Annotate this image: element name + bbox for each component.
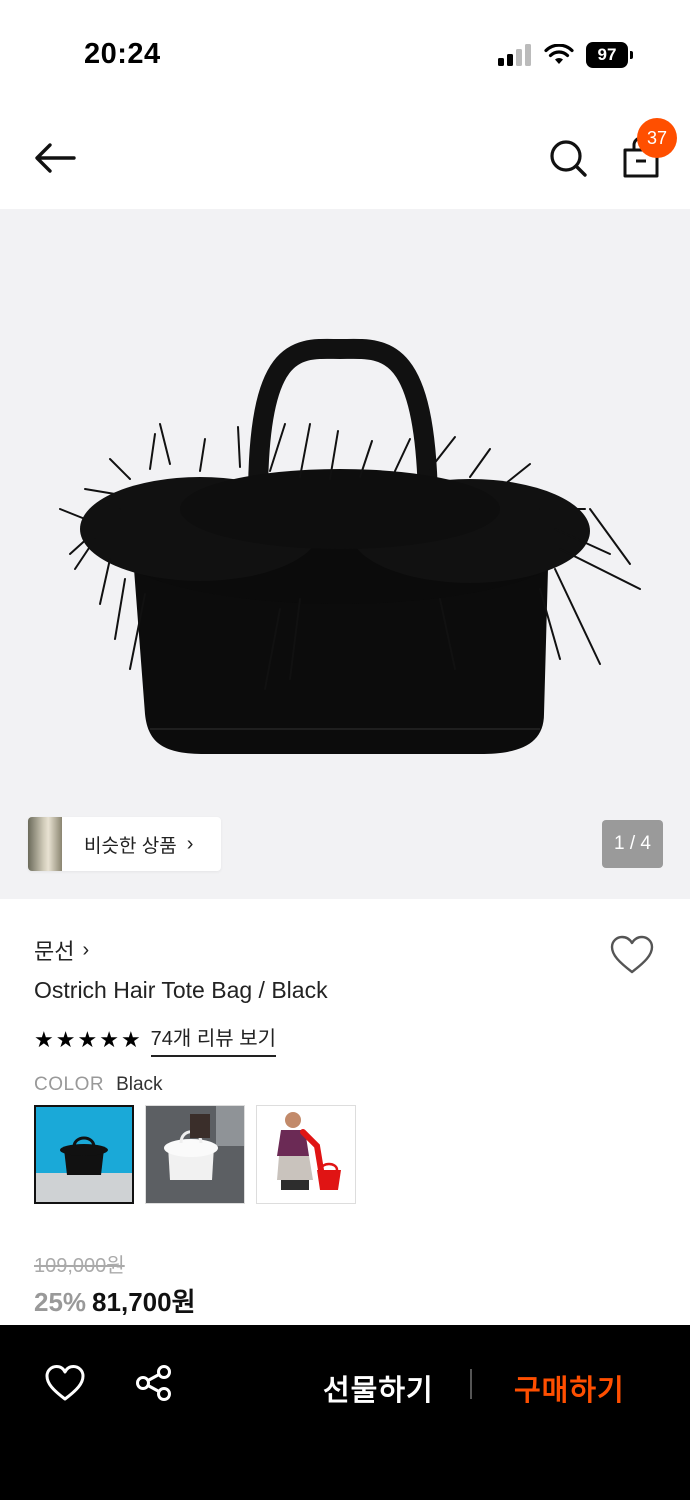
swatch-image	[36, 1107, 132, 1202]
rating-stars: ★ ★ ★ ★ ★	[34, 1026, 141, 1052]
swatch-image	[257, 1106, 355, 1203]
color-value: Black	[116, 1074, 163, 1095]
heart-icon	[45, 1365, 85, 1401]
share-button[interactable]	[134, 1363, 174, 1403]
back-arrow-icon	[35, 143, 76, 173]
wifi-icon	[544, 44, 574, 64]
share-icon	[136, 1365, 171, 1401]
product-image	[59, 338, 641, 754]
star-icon: ★	[120, 1026, 141, 1052]
cart-count-badge: 37	[637, 118, 677, 158]
reviews-link[interactable]: 74개 리뷰 보기	[150, 1022, 277, 1057]
color-row: COLOR Black	[34, 1074, 163, 1096]
top-nav: 37	[0, 110, 690, 209]
star-icon: ★	[34, 1026, 54, 1052]
divider	[470, 1369, 472, 1399]
star-icon: ★	[77, 1026, 98, 1052]
bottom-action-bar: 선물하기 구매하기	[0, 1325, 690, 1500]
product-title: Ostrich Hair Tote Bag / Black	[34, 977, 328, 1003]
discount-rate: 25%	[34, 1287, 87, 1317]
product-image-carousel[interactable]: 비슷한 상품 › 1 / 4	[0, 209, 690, 899]
search-button[interactable]	[546, 136, 590, 180]
signal-icon	[498, 44, 531, 66]
gift-button[interactable]: 선물하기	[323, 1367, 434, 1409]
swatch-white[interactable]	[145, 1105, 245, 1204]
chevron-right-icon: ›	[186, 832, 194, 855]
similar-products-button[interactable]: 비슷한 상품 ›	[28, 817, 221, 871]
star-icon: ★	[55, 1026, 76, 1052]
back-button[interactable]	[30, 138, 80, 178]
star-icon: ★	[99, 1026, 119, 1052]
original-price: 109,000원	[34, 1255, 125, 1277]
status-time: 20:24	[84, 38, 161, 70]
price-row: 25% 81,700원	[34, 1282, 196, 1319]
sale-price: 81,700원	[92, 1287, 196, 1317]
swatch-image	[146, 1106, 244, 1203]
similar-products-label: 비슷한 상품	[84, 835, 177, 857]
brand-name: 문선	[34, 939, 75, 964]
color-label: COLOR	[34, 1074, 105, 1095]
similar-products-thumbnail	[28, 817, 62, 871]
chevron-right-icon: ›	[82, 938, 90, 961]
buy-button[interactable]: 구매하기	[514, 1367, 625, 1409]
status-bar: 20:24 97	[0, 0, 690, 110]
battery-icon: 97	[586, 42, 633, 68]
search-icon	[550, 140, 587, 177]
swatch-red[interactable]	[256, 1105, 356, 1204]
wishlist-button[interactable]	[609, 934, 655, 976]
heart-icon	[610, 935, 654, 974]
image-page-indicator: 1 / 4	[602, 820, 663, 868]
color-swatches	[34, 1105, 356, 1204]
swatch-black[interactable]	[34, 1105, 134, 1204]
rating-row: ★ ★ ★ ★ ★ 74개 리뷰 보기	[34, 1022, 277, 1057]
status-icons: 97	[498, 42, 633, 68]
brand-link[interactable]: 문선 ›	[34, 934, 89, 966]
like-button[interactable]	[44, 1363, 86, 1403]
